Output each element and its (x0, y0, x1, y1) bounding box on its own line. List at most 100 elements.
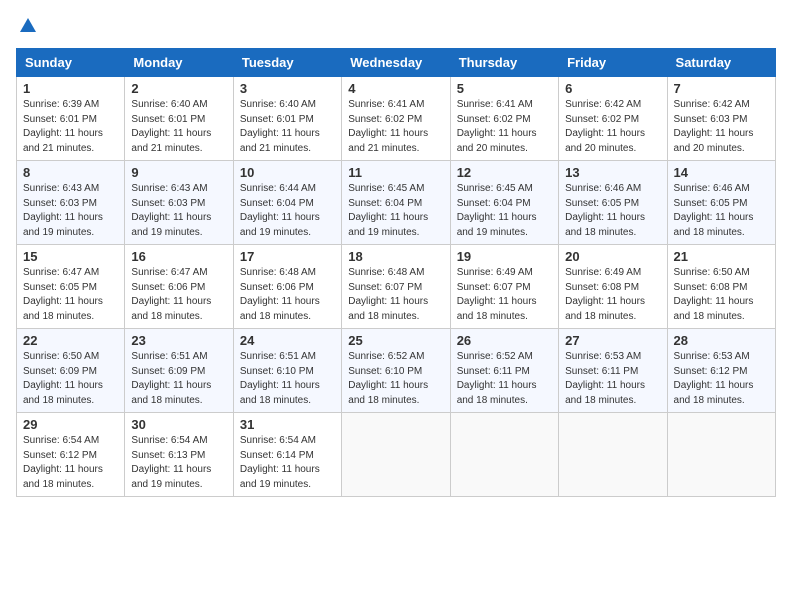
day-number: 25 (348, 333, 443, 348)
day-info: Sunrise: 6:40 AM Sunset: 6:01 PM Dayligh… (131, 98, 226, 156)
day-number: 31 (240, 417, 335, 432)
day-info: Sunrise: 6:47 AM Sunset: 6:06 PM Dayligh… (131, 266, 226, 324)
calendar-cell: 8 Sunrise: 6:43 AM Sunset: 6:03 PM Dayli… (17, 161, 125, 245)
calendar-week-2: 8 Sunrise: 6:43 AM Sunset: 6:03 PM Dayli… (17, 161, 776, 245)
day-info: Sunrise: 6:40 AM Sunset: 6:01 PM Dayligh… (240, 98, 335, 156)
calendar-cell: 16 Sunrise: 6:47 AM Sunset: 6:06 PM Dayl… (125, 245, 233, 329)
day-info: Sunrise: 6:43 AM Sunset: 6:03 PM Dayligh… (23, 182, 118, 240)
day-number: 1 (23, 81, 118, 96)
calendar-cell: 28 Sunrise: 6:53 AM Sunset: 6:12 PM Dayl… (667, 329, 775, 413)
calendar-cell (450, 413, 558, 497)
day-number: 12 (457, 165, 552, 180)
calendar-header-wednesday: Wednesday (342, 49, 450, 77)
day-info: Sunrise: 6:45 AM Sunset: 6:04 PM Dayligh… (457, 182, 552, 240)
calendar-cell: 24 Sunrise: 6:51 AM Sunset: 6:10 PM Dayl… (233, 329, 341, 413)
day-info: Sunrise: 6:49 AM Sunset: 6:08 PM Dayligh… (565, 266, 660, 324)
day-info: Sunrise: 6:47 AM Sunset: 6:05 PM Dayligh… (23, 266, 118, 324)
calendar-cell: 27 Sunrise: 6:53 AM Sunset: 6:11 PM Dayl… (559, 329, 667, 413)
calendar-cell: 9 Sunrise: 6:43 AM Sunset: 6:03 PM Dayli… (125, 161, 233, 245)
calendar-cell: 4 Sunrise: 6:41 AM Sunset: 6:02 PM Dayli… (342, 77, 450, 161)
day-info: Sunrise: 6:41 AM Sunset: 6:02 PM Dayligh… (348, 98, 443, 156)
day-number: 14 (674, 165, 769, 180)
calendar-cell: 29 Sunrise: 6:54 AM Sunset: 6:12 PM Dayl… (17, 413, 125, 497)
calendar-week-5: 29 Sunrise: 6:54 AM Sunset: 6:12 PM Dayl… (17, 413, 776, 497)
calendar-cell: 26 Sunrise: 6:52 AM Sunset: 6:11 PM Dayl… (450, 329, 558, 413)
calendar-week-1: 1 Sunrise: 6:39 AM Sunset: 6:01 PM Dayli… (17, 77, 776, 161)
day-number: 17 (240, 249, 335, 264)
day-number: 18 (348, 249, 443, 264)
day-info: Sunrise: 6:51 AM Sunset: 6:10 PM Dayligh… (240, 350, 335, 408)
day-info: Sunrise: 6:42 AM Sunset: 6:03 PM Dayligh… (674, 98, 769, 156)
calendar-cell: 11 Sunrise: 6:45 AM Sunset: 6:04 PM Dayl… (342, 161, 450, 245)
calendar-header-thursday: Thursday (450, 49, 558, 77)
day-info: Sunrise: 6:42 AM Sunset: 6:02 PM Dayligh… (565, 98, 660, 156)
calendar-cell: 25 Sunrise: 6:52 AM Sunset: 6:10 PM Dayl… (342, 329, 450, 413)
day-number: 29 (23, 417, 118, 432)
calendar-cell: 21 Sunrise: 6:50 AM Sunset: 6:08 PM Dayl… (667, 245, 775, 329)
calendar-header-tuesday: Tuesday (233, 49, 341, 77)
calendar-cell: 10 Sunrise: 6:44 AM Sunset: 6:04 PM Dayl… (233, 161, 341, 245)
calendar-cell: 31 Sunrise: 6:54 AM Sunset: 6:14 PM Dayl… (233, 413, 341, 497)
day-info: Sunrise: 6:51 AM Sunset: 6:09 PM Dayligh… (131, 350, 226, 408)
day-info: Sunrise: 6:54 AM Sunset: 6:12 PM Dayligh… (23, 434, 118, 492)
calendar-cell: 3 Sunrise: 6:40 AM Sunset: 6:01 PM Dayli… (233, 77, 341, 161)
day-number: 8 (23, 165, 118, 180)
day-number: 13 (565, 165, 660, 180)
day-info: Sunrise: 6:41 AM Sunset: 6:02 PM Dayligh… (457, 98, 552, 156)
day-number: 9 (131, 165, 226, 180)
day-number: 24 (240, 333, 335, 348)
calendar-cell (559, 413, 667, 497)
calendar-cell: 30 Sunrise: 6:54 AM Sunset: 6:13 PM Dayl… (125, 413, 233, 497)
day-number: 3 (240, 81, 335, 96)
day-info: Sunrise: 6:48 AM Sunset: 6:06 PM Dayligh… (240, 266, 335, 324)
day-info: Sunrise: 6:49 AM Sunset: 6:07 PM Dayligh… (457, 266, 552, 324)
day-info: Sunrise: 6:53 AM Sunset: 6:11 PM Dayligh… (565, 350, 660, 408)
page-header (16, 16, 776, 36)
day-info: Sunrise: 6:52 AM Sunset: 6:11 PM Dayligh… (457, 350, 552, 408)
day-info: Sunrise: 6:53 AM Sunset: 6:12 PM Dayligh… (674, 350, 769, 408)
calendar-week-4: 22 Sunrise: 6:50 AM Sunset: 6:09 PM Dayl… (17, 329, 776, 413)
calendar-cell: 22 Sunrise: 6:50 AM Sunset: 6:09 PM Dayl… (17, 329, 125, 413)
calendar-cell: 12 Sunrise: 6:45 AM Sunset: 6:04 PM Dayl… (450, 161, 558, 245)
day-info: Sunrise: 6:39 AM Sunset: 6:01 PM Dayligh… (23, 98, 118, 156)
day-info: Sunrise: 6:46 AM Sunset: 6:05 PM Dayligh… (674, 182, 769, 240)
day-info: Sunrise: 6:48 AM Sunset: 6:07 PM Dayligh… (348, 266, 443, 324)
day-number: 10 (240, 165, 335, 180)
calendar-week-3: 15 Sunrise: 6:47 AM Sunset: 6:05 PM Dayl… (17, 245, 776, 329)
calendar-cell (667, 413, 775, 497)
day-number: 23 (131, 333, 226, 348)
day-number: 5 (457, 81, 552, 96)
day-number: 6 (565, 81, 660, 96)
calendar-cell: 2 Sunrise: 6:40 AM Sunset: 6:01 PM Dayli… (125, 77, 233, 161)
day-info: Sunrise: 6:45 AM Sunset: 6:04 PM Dayligh… (348, 182, 443, 240)
calendar-cell (342, 413, 450, 497)
day-number: 28 (674, 333, 769, 348)
calendar-cell: 14 Sunrise: 6:46 AM Sunset: 6:05 PM Dayl… (667, 161, 775, 245)
day-number: 21 (674, 249, 769, 264)
calendar-header-friday: Friday (559, 49, 667, 77)
calendar-cell: 7 Sunrise: 6:42 AM Sunset: 6:03 PM Dayli… (667, 77, 775, 161)
day-info: Sunrise: 6:43 AM Sunset: 6:03 PM Dayligh… (131, 182, 226, 240)
logo-icon (18, 16, 38, 36)
day-number: 27 (565, 333, 660, 348)
calendar-cell: 1 Sunrise: 6:39 AM Sunset: 6:01 PM Dayli… (17, 77, 125, 161)
day-number: 7 (674, 81, 769, 96)
calendar-cell: 13 Sunrise: 6:46 AM Sunset: 6:05 PM Dayl… (559, 161, 667, 245)
day-number: 22 (23, 333, 118, 348)
day-info: Sunrise: 6:54 AM Sunset: 6:14 PM Dayligh… (240, 434, 335, 492)
calendar-cell: 15 Sunrise: 6:47 AM Sunset: 6:05 PM Dayl… (17, 245, 125, 329)
calendar-cell: 17 Sunrise: 6:48 AM Sunset: 6:06 PM Dayl… (233, 245, 341, 329)
day-number: 11 (348, 165, 443, 180)
calendar-cell: 23 Sunrise: 6:51 AM Sunset: 6:09 PM Dayl… (125, 329, 233, 413)
day-number: 2 (131, 81, 226, 96)
day-number: 20 (565, 249, 660, 264)
calendar-cell: 5 Sunrise: 6:41 AM Sunset: 6:02 PM Dayli… (450, 77, 558, 161)
day-info: Sunrise: 6:50 AM Sunset: 6:09 PM Dayligh… (23, 350, 118, 408)
day-info: Sunrise: 6:46 AM Sunset: 6:05 PM Dayligh… (565, 182, 660, 240)
day-number: 16 (131, 249, 226, 264)
logo (16, 16, 38, 36)
day-info: Sunrise: 6:52 AM Sunset: 6:10 PM Dayligh… (348, 350, 443, 408)
day-number: 4 (348, 81, 443, 96)
day-number: 26 (457, 333, 552, 348)
calendar-cell: 20 Sunrise: 6:49 AM Sunset: 6:08 PM Dayl… (559, 245, 667, 329)
